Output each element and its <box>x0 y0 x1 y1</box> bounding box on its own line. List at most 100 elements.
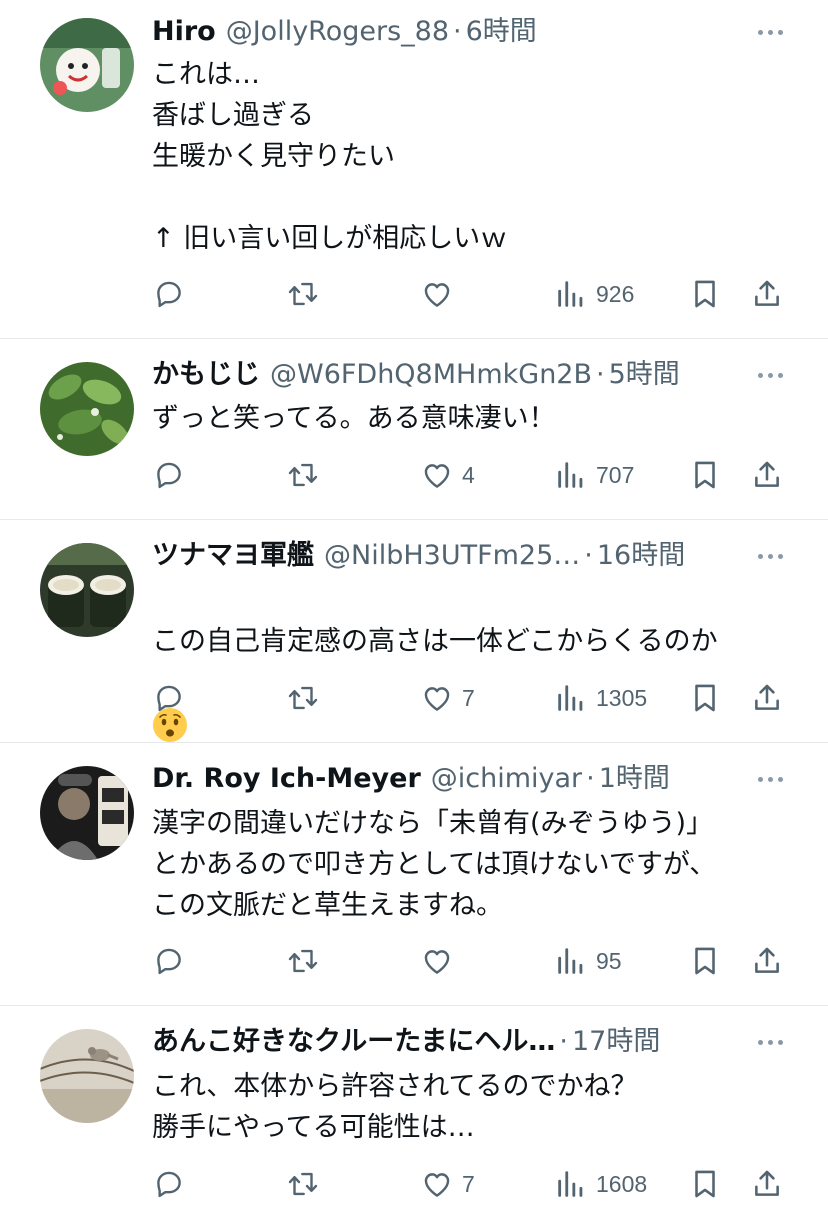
separator-dot: · <box>596 359 605 390</box>
reply-icon <box>157 685 181 712</box>
tweet[interactable]: Hiro @JollyRogers_88 · 6時間 これは… 香ばし過ぎる 生… <box>0 0 828 338</box>
repost-icon <box>288 282 318 306</box>
more-options-icon[interactable] <box>754 540 786 572</box>
action-bar: 4 707 <box>152 455 792 495</box>
author-name[interactable]: Dr. Roy Ich-Meyer <box>152 761 421 797</box>
like-count: 4 <box>462 461 475 488</box>
like-button[interactable]: 7 <box>420 1164 475 1204</box>
author-name[interactable]: Hiro <box>152 14 216 50</box>
reply-icon <box>157 948 181 975</box>
avatar[interactable] <box>40 1029 134 1123</box>
reply-button[interactable] <box>152 941 186 981</box>
more-options-icon[interactable] <box>754 16 786 48</box>
like-count: 7 <box>462 684 475 711</box>
views-button[interactable]: 707 <box>554 455 634 495</box>
views-chart-icon <box>558 1171 583 1197</box>
tweet[interactable]: かもじじ @W6FDhQ8MHmkGn2B · 5時間 ずっと笑ってる。ある意味… <box>0 339 828 519</box>
repost-icon <box>288 1172 318 1196</box>
view-count: 1305 <box>596 684 648 711</box>
more-options-icon[interactable] <box>754 359 786 391</box>
reply-button[interactable] <box>152 1164 186 1204</box>
author-handle[interactable]: @W6FDhQ8MHmkGn2B <box>270 357 592 393</box>
author-handle[interactable]: @JollyRogers_88 <box>226 14 449 50</box>
heart-icon <box>424 687 450 711</box>
more-options-icon[interactable] <box>754 763 786 795</box>
bookmark-icon <box>695 684 715 712</box>
like-button[interactable]: 4 <box>420 455 475 495</box>
bookmark-button[interactable] <box>688 274 722 314</box>
view-count: 95 <box>596 947 622 974</box>
reply-button[interactable] <box>152 678 186 718</box>
tweet-text: これ、本体から許容されてるのでかね？ 勝手にやってる可能性は… <box>152 1071 638 1143</box>
avatar[interactable] <box>40 362 134 456</box>
bookmark-button[interactable] <box>688 1164 722 1204</box>
author-handle[interactable]: @NilbH3UTFm25… <box>324 538 580 574</box>
like-button[interactable] <box>420 941 462 981</box>
reply-icon <box>157 281 181 308</box>
separator-dot: · <box>559 1026 568 1057</box>
author-name[interactable]: あんこ好きなクルーたまにヘル… <box>152 1024 555 1060</box>
action-bar: 926 <box>152 274 792 314</box>
dark-photo-avatar <box>40 766 134 860</box>
repost-icon <box>288 463 318 487</box>
heart-icon <box>424 283 450 307</box>
views-chart-icon <box>558 948 583 974</box>
repost-icon <box>288 949 318 973</box>
share-icon <box>755 947 779 973</box>
share-button[interactable] <box>750 1164 784 1204</box>
tweet[interactable]: Dr. Roy Ich-Meyer @ichimiyar · 1時間 漢字の間違… <box>0 743 828 1005</box>
view-count: 926 <box>596 280 635 307</box>
reply-button[interactable] <box>152 274 186 314</box>
repost-button[interactable] <box>286 455 320 495</box>
bookmark-icon <box>695 280 715 308</box>
timestamp[interactable]: 17時間 <box>572 1024 660 1060</box>
bookmark-button[interactable] <box>688 455 722 495</box>
tweet-text: これは… 香ばし過ぎる 生暖かく見守りたい ↑ 旧い言い回しが相応しいｗ <box>152 59 508 254</box>
avatar[interactable] <box>40 18 134 112</box>
like-button[interactable] <box>420 274 462 314</box>
bird-on-wire-avatar <box>40 1029 134 1123</box>
views-button[interactable]: 1305 <box>554 678 647 718</box>
author-name[interactable]: ツナマヨ軍艦 <box>152 538 314 574</box>
like-count: 7 <box>462 1170 475 1197</box>
share-icon <box>755 1170 779 1196</box>
repost-button[interactable] <box>286 941 320 981</box>
tweet-text: この自己肯定感の高さは一体どこからくるのか <box>152 580 788 744</box>
timestamp[interactable]: 5時間 <box>609 357 680 393</box>
repost-button[interactable] <box>286 1164 320 1204</box>
like-button[interactable]: 7 <box>420 678 475 718</box>
bookmark-button[interactable] <box>688 678 722 718</box>
reply-icon <box>157 462 181 489</box>
separator-dot: · <box>453 16 462 47</box>
bookmark-button[interactable] <box>688 941 722 981</box>
views-button[interactable]: 1608 <box>554 1164 647 1204</box>
action-bar: 95 <box>152 941 792 981</box>
tweet[interactable]: ツナマヨ軍艦 @NilbH3UTFm25… · 16時間 この自己肯定感の高さは… <box>0 520 828 742</box>
timestamp[interactable]: 16時間 <box>597 538 685 574</box>
author-handle[interactable]: @ichimiyar <box>431 761 582 797</box>
tweet-text: 漢字の間違いだけなら「未曾有(みぞうゆう)」 とかあるので叩き方としては頂けない… <box>152 808 717 921</box>
views-chart-icon <box>558 462 583 488</box>
bookmark-icon <box>695 947 715 975</box>
bookmark-icon <box>695 1170 715 1198</box>
share-icon <box>755 684 779 710</box>
reply-button[interactable] <box>152 455 186 495</box>
action-bar: 7 1608 <box>152 1164 792 1204</box>
tweet[interactable]: あんこ好きなクルーたまにヘル… · 17時間 これ、本体から許容されてるのでかね… <box>0 1006 828 1218</box>
share-button[interactable] <box>750 941 784 981</box>
repost-icon <box>288 686 318 710</box>
views-button[interactable]: 926 <box>554 274 634 314</box>
timestamp[interactable]: 6時間 <box>466 14 537 50</box>
author-name[interactable]: かもじじ <box>152 357 260 393</box>
more-options-icon[interactable] <box>754 1026 786 1058</box>
share-button[interactable] <box>750 274 784 314</box>
share-button[interactable] <box>750 455 784 495</box>
timestamp[interactable]: 1時間 <box>599 761 670 797</box>
avatar[interactable] <box>40 766 134 860</box>
repost-button[interactable] <box>286 678 320 718</box>
avatar[interactable] <box>40 543 134 637</box>
views-button[interactable]: 95 <box>554 941 622 981</box>
repost-button[interactable] <box>286 274 320 314</box>
action-bar: 7 1305 <box>152 678 792 718</box>
share-button[interactable] <box>750 678 784 718</box>
